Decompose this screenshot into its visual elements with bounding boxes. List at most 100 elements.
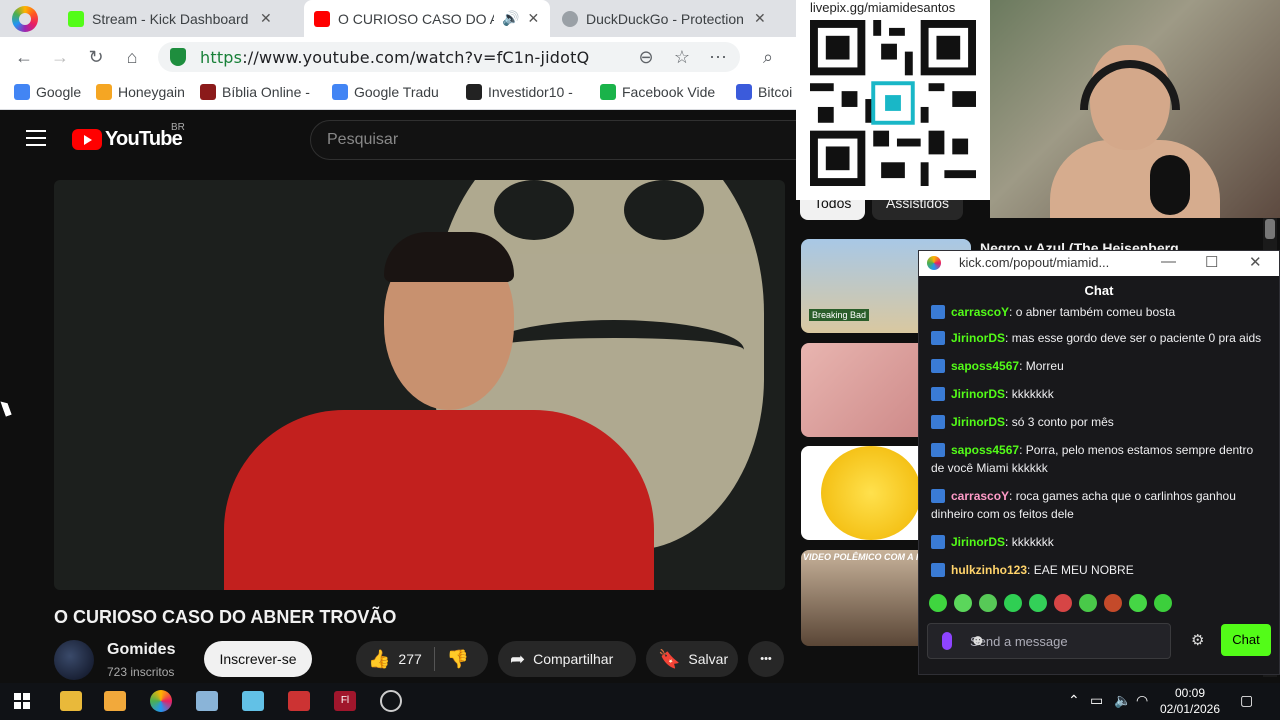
- chat-username[interactable]: saposs4567: [951, 359, 1019, 373]
- wifi-icon[interactable]: ◠: [1136, 692, 1148, 709]
- chat-username[interactable]: carrascoY: [951, 305, 1009, 319]
- emote-icon[interactable]: [929, 594, 947, 612]
- bookmark-honeygain[interactable]: Honeygain: [96, 84, 185, 100]
- notepad-icon[interactable]: [242, 691, 264, 711]
- more-actions-button[interactable]: •••: [748, 641, 784, 677]
- mustache-mural: [484, 320, 744, 380]
- home-icon[interactable]: ⌂: [120, 45, 144, 69]
- browser-taskbar-icon[interactable]: [150, 690, 172, 712]
- chat-text: o abner também comeu bosta: [1015, 305, 1176, 319]
- person-hair: [384, 232, 514, 282]
- emote-icon[interactable]: [1104, 594, 1122, 612]
- emote-icon[interactable]: [1154, 594, 1172, 612]
- chat-username[interactable]: hulkzinho123: [951, 563, 1027, 577]
- chat-send-button[interactable]: Chat: [1221, 624, 1271, 656]
- chat-text: Morreu: [1025, 359, 1064, 373]
- bible-icon: [200, 84, 216, 100]
- translate-icon: [332, 84, 348, 100]
- emote-icon[interactable]: [1129, 594, 1147, 612]
- emote-icon[interactable]: [979, 594, 997, 612]
- person-red-shirt: [224, 410, 654, 590]
- close-icon[interactable]: ✕: [754, 10, 766, 27]
- thumbs-up-icon[interactable]: 👍: [368, 649, 390, 670]
- emote-icon[interactable]: [1079, 594, 1097, 612]
- emote-icon[interactable]: [954, 594, 972, 612]
- tab-title: DuckDuckGo - Protection: [586, 10, 744, 27]
- chat-username[interactable]: carrascoY: [951, 489, 1009, 503]
- chat-message: JirinorDS: só 3 conto por mês: [931, 413, 1266, 431]
- chat-username[interactable]: JirinorDS: [951, 535, 1005, 549]
- url-text[interactable]: https://www.youtube.com/watch?v=fC1n-jid…: [200, 48, 589, 67]
- taskbar-clock[interactable]: 00:09 02/01/2026: [1158, 685, 1222, 717]
- paint-icon[interactable]: [196, 691, 218, 711]
- facebook-icon: [600, 84, 616, 100]
- bookmark-bitcoin[interactable]: Bitcoi: [736, 84, 792, 100]
- video-player[interactable]: [54, 180, 785, 590]
- close-icon[interactable]: ✕: [1249, 253, 1262, 271]
- file-explorer-icon[interactable]: [60, 691, 82, 711]
- menu-icon[interactable]: [26, 130, 46, 146]
- emote-icon[interactable]: [1054, 594, 1072, 612]
- chat-message-input[interactable]: Send a message ☻: [927, 623, 1171, 659]
- share-button[interactable]: ➦ Compartilhar: [498, 641, 636, 677]
- bookmark-google-tradutor[interactable]: Google Tradu: [332, 84, 439, 100]
- minimize-icon[interactable]: —: [1161, 253, 1176, 270]
- search-icon[interactable]: ⌕: [756, 45, 780, 69]
- close-icon[interactable]: ✕: [260, 10, 272, 27]
- calculator-icon[interactable]: [288, 691, 310, 711]
- browser-logo-icon[interactable]: [12, 6, 38, 32]
- bookmark-investidor10[interactable]: Investidor10 -: [466, 84, 573, 100]
- chat-text: kkkkkkk: [1011, 535, 1054, 549]
- shield-icon: [170, 48, 186, 66]
- star-icon[interactable]: ☆: [670, 45, 694, 69]
- gear-icon[interactable]: ⚙: [1191, 631, 1204, 649]
- save-button[interactable]: 🔖 Salvar: [646, 641, 738, 677]
- chat-message: JirinorDS: mas esse gordo deve ser o pac…: [931, 329, 1266, 347]
- volume-icon[interactable]: 🔈: [1114, 692, 1131, 709]
- chat-message: saposs4567: Morreu: [931, 357, 1266, 375]
- emote-icon[interactable]: [1004, 594, 1022, 612]
- obs-icon[interactable]: [380, 690, 402, 712]
- bookmark-facebook-video[interactable]: Facebook Vide: [600, 84, 715, 100]
- reload-icon[interactable]: ↻: [84, 45, 108, 69]
- chat-text: mas esse gordo deve ser o paciente 0 pra…: [1011, 331, 1262, 345]
- chat-username[interactable]: JirinorDS: [951, 331, 1005, 345]
- share-arrow-icon: ➦: [510, 648, 526, 669]
- user-badge-icon: [931, 415, 945, 429]
- channel-name[interactable]: Gomides: [107, 641, 175, 659]
- notifications-icon[interactable]: ▢: [1240, 692, 1253, 709]
- maximize-icon[interactable]: ☐: [1205, 253, 1218, 271]
- speaker-icon[interactable]: 🔊: [502, 10, 519, 27]
- chevron-up-icon[interactable]: ⌃: [1068, 692, 1080, 709]
- chat-username[interactable]: saposs4567: [951, 443, 1019, 457]
- flash-icon[interactable]: Fl: [334, 691, 356, 711]
- tab-title: Stream - Kick Dashboard: [92, 10, 249, 27]
- chat-message: JirinorDS: kkkkkkk: [931, 385, 1266, 403]
- tab-duckduckgo[interactable]: DuckDuckGo - Protection ✕: [552, 0, 794, 37]
- tab-kick-dashboard[interactable]: Stream - Kick Dashboard ✕: [58, 0, 302, 37]
- subscribe-button[interactable]: Inscrever-se: [204, 641, 312, 677]
- search-input[interactable]: Pesquisar: [310, 120, 810, 160]
- windows-start-icon[interactable]: [14, 693, 30, 709]
- chat-text: EAE MEU NOBRE: [1033, 563, 1134, 577]
- media-player-icon[interactable]: [104, 691, 126, 711]
- thumbs-down-icon[interactable]: 👎: [447, 649, 469, 670]
- like-count[interactable]: 277: [398, 651, 421, 667]
- tab-youtube-video[interactable]: O CURIOSO CASO DO A 🔊 ✕: [304, 0, 550, 37]
- chat-username[interactable]: JirinorDS: [951, 415, 1005, 429]
- chat-username[interactable]: JirinorDS: [951, 387, 1005, 401]
- forward-arrow-icon[interactable]: →: [48, 45, 72, 69]
- back-arrow-icon[interactable]: ←: [12, 45, 36, 69]
- more-horizontal-icon[interactable]: ⋯: [706, 45, 730, 69]
- user-badge-icon: [931, 535, 945, 549]
- battery-icon[interactable]: ▭: [1090, 692, 1103, 709]
- zoom-icon[interactable]: ⊖: [634, 45, 658, 69]
- bookmark-biblia[interactable]: Bíblia Online -: [200, 84, 310, 100]
- close-icon[interactable]: ✕: [527, 10, 539, 27]
- channel-avatar[interactable]: [54, 640, 94, 680]
- honeygain-icon: [96, 84, 112, 100]
- bookmark-google[interactable]: Google: [14, 84, 81, 100]
- emoji-icon[interactable]: ☻: [970, 632, 1158, 649]
- emote-icon[interactable]: [1029, 594, 1047, 612]
- youtube-logo[interactable]: YouTube BR: [72, 122, 185, 151]
